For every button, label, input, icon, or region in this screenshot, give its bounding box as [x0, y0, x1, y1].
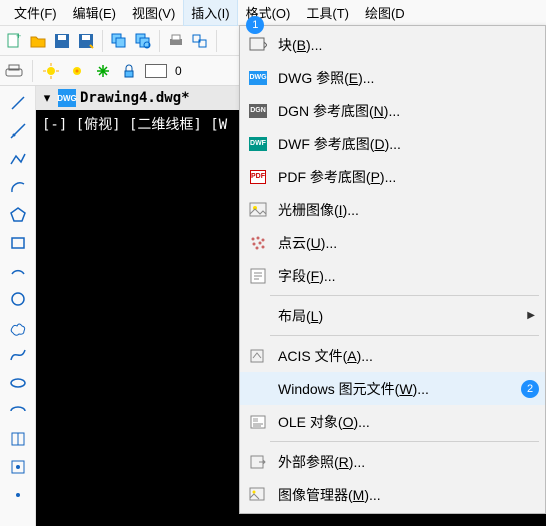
polygon-icon[interactable] — [7, 204, 29, 226]
block-icon — [246, 34, 270, 56]
separator — [102, 30, 103, 52]
menu-bar: 文件(F) 编辑(E) 视图(V) 插入(I) 1 格式(O) 工具(T) 绘图… — [0, 0, 546, 26]
menu-block-label: 块(B)... — [278, 35, 535, 55]
menu-file[interactable]: 文件(F) — [6, 0, 65, 26]
separator — [32, 60, 33, 82]
menu-tools[interactable]: 工具(T) — [298, 0, 357, 26]
new-icon[interactable]: + — [4, 31, 24, 51]
menu-dwg-ref-label: DWG 参照(E)... — [278, 68, 535, 88]
imgmgr-icon — [246, 484, 270, 506]
menu-ole[interactable]: OLE 对象(O)... — [240, 405, 545, 438]
revcloud-icon[interactable] — [7, 316, 29, 338]
separator — [159, 30, 160, 52]
menu-insert[interactable]: 插入(I) 1 — [183, 0, 237, 26]
line-icon[interactable] — [7, 92, 29, 114]
insert-dropdown: 块(B)... DWG DWG 参照(E)... DGN DGN 参考底图(N)… — [239, 25, 546, 514]
color-swatch[interactable] — [145, 64, 167, 78]
dwg-ref-icon: DWG — [246, 67, 270, 89]
menu-draw[interactable]: 绘图(D — [357, 0, 413, 26]
arc-icon[interactable] — [7, 176, 29, 198]
spline-icon[interactable] — [7, 344, 29, 366]
menu-xref-label: 外部参照(R)... — [278, 452, 535, 472]
open-icon[interactable] — [28, 31, 48, 51]
ole-icon — [246, 411, 270, 433]
polyline-icon[interactable] — [7, 148, 29, 170]
menu-layout[interactable]: 布局(L) ▶ — [240, 299, 545, 332]
menu-wmf[interactable]: Windows 图元文件(W)... 2 — [240, 372, 545, 405]
menu-layout-label: 布局(L) — [278, 306, 527, 326]
pdf-ref-icon: PDF — [246, 166, 270, 188]
menu-dwf-ref[interactable]: DWF DWF 参考底图(D)... — [240, 127, 545, 160]
freeze2-icon[interactable] — [93, 61, 113, 81]
menu-dwg-ref[interactable]: DWG DWG 参照(E)... — [240, 61, 545, 94]
dwg-file-icon: DWG — [58, 89, 76, 107]
menu-block[interactable]: 块(B)... — [240, 28, 545, 61]
menu-separator — [270, 441, 539, 442]
lock-icon[interactable] — [119, 61, 139, 81]
saveas-icon[interactable] — [76, 31, 96, 51]
menu-separator — [270, 295, 539, 296]
field-icon — [246, 265, 270, 287]
menu-pointcloud[interactable]: 点云(U)... — [240, 226, 545, 259]
menu-pdf-ref[interactable]: PDF PDF 参考底图(P)... — [240, 160, 545, 193]
insertblock-icon[interactable] — [7, 428, 29, 450]
xline-icon[interactable] — [7, 120, 29, 142]
menu-imgmgr[interactable]: 图像管理器(M)... — [240, 478, 545, 511]
freeze-icon[interactable] — [67, 61, 87, 81]
layout-icon — [246, 305, 270, 327]
menu-acis[interactable]: ACIS 文件(A)... — [240, 339, 545, 372]
menu-field[interactable]: 字段(F)... — [240, 259, 545, 292]
menu-separator — [270, 335, 539, 336]
menu-raster-label: 光栅图像(I)... — [278, 200, 535, 220]
xref-icon — [246, 451, 270, 473]
menu-imgmgr-label: 图像管理器(M)... — [278, 485, 535, 505]
document-title: Drawing4.dwg* — [80, 90, 190, 106]
point-icon[interactable] — [7, 484, 29, 506]
plot-icon[interactable] — [4, 61, 24, 81]
menu-dgn-ref-label: DGN 参考底图(N)... — [278, 101, 535, 121]
acis-icon — [246, 345, 270, 367]
dwf-ref-icon: DWF — [246, 133, 270, 155]
printpreview-icon[interactable] — [190, 31, 210, 51]
sun-icon[interactable] — [41, 61, 61, 81]
menu-xref[interactable]: 外部参照(R)... — [240, 445, 545, 478]
menu-wmf-label: Windows 图元文件(W)... — [278, 379, 535, 399]
save-icon[interactable] — [52, 31, 72, 51]
menu-dwf-ref-label: DWF 参考底图(D)... — [278, 134, 535, 154]
menu-view[interactable]: 视图(V) — [124, 0, 183, 26]
draw-toolbar — [0, 86, 36, 526]
menu-insert-label: 插入(I) — [191, 6, 229, 21]
tab-arrow-icon: ▾ — [40, 91, 54, 105]
menu-edit[interactable]: 编辑(E) — [65, 0, 124, 26]
annotation-badge-2: 2 — [521, 380, 539, 398]
menu-ole-label: OLE 对象(O)... — [278, 412, 535, 432]
submenu-arrow-icon: ▶ — [527, 310, 535, 321]
menu-pointcloud-label: 点云(U)... — [278, 233, 535, 253]
menu-raster[interactable]: 光栅图像(I)... — [240, 193, 545, 226]
arc2-icon[interactable] — [7, 260, 29, 282]
menu-pdf-ref-label: PDF 参考底图(P)... — [278, 167, 535, 187]
svg-text:+: + — [16, 32, 21, 41]
wmf-icon — [246, 378, 270, 400]
menu-dgn-ref[interactable]: DGN DGN 参考底图(N)... — [240, 94, 545, 127]
layer-value: 0 — [175, 64, 182, 78]
menu-field-label: 字段(F)... — [278, 266, 535, 286]
ellipse-icon[interactable] — [7, 372, 29, 394]
pointcloud-icon — [246, 232, 270, 254]
print-icon[interactable] — [166, 31, 186, 51]
copyobj-icon[interactable] — [109, 31, 129, 51]
ellipsearc-icon[interactable] — [7, 400, 29, 422]
separator — [216, 30, 217, 52]
menu-acis-label: ACIS 文件(A)... — [278, 346, 535, 366]
dgn-ref-icon: DGN — [246, 100, 270, 122]
circle-icon[interactable] — [7, 288, 29, 310]
makeblock-icon[interactable] — [7, 456, 29, 478]
raster-icon — [246, 199, 270, 221]
rect-icon[interactable] — [7, 232, 29, 254]
copyobj2-icon[interactable] — [133, 31, 153, 51]
